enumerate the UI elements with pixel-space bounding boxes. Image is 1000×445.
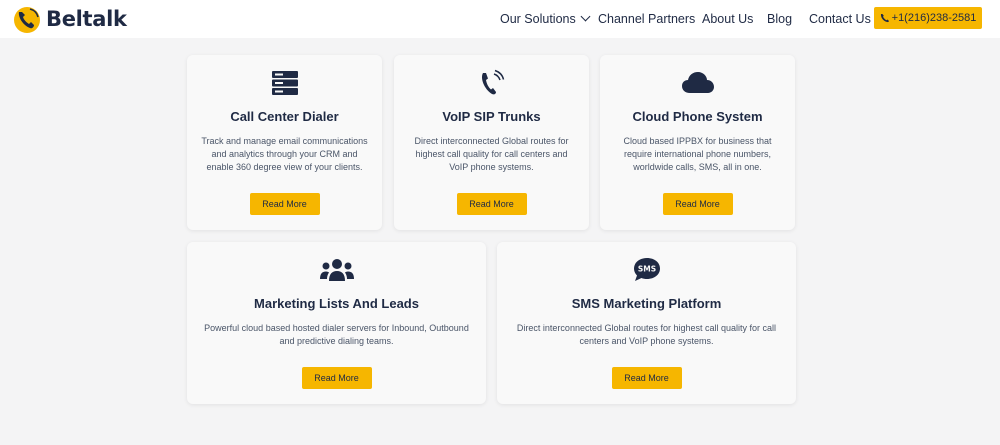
svg-text:SMS: SMS: [637, 265, 655, 274]
chevron-down-icon: [580, 11, 591, 22]
card-call-center-dialer: Call Center Dialer Track and manage emai…: [187, 55, 382, 230]
cloud-icon: [681, 72, 714, 93]
read-more-button[interactable]: Read More: [611, 367, 682, 389]
card-description: Direct interconnected Global routes for …: [414, 136, 569, 172]
card-title: Cloud Phone System: [632, 109, 763, 124]
card-title: Marketing Lists And Leads: [254, 296, 419, 311]
card-description: Track and manage email communications an…: [201, 136, 368, 172]
read-more-button[interactable]: Read More: [301, 367, 372, 389]
phone-number: +1(216)238-2581: [891, 12, 977, 24]
users-icon: [319, 259, 354, 281]
nav-channel-partners[interactable]: Channel Partners: [598, 12, 695, 26]
nav-our-solutions[interactable]: Our Solutions: [500, 11, 591, 26]
nav-contact-us[interactable]: Contact Us: [809, 12, 871, 26]
read-more-button[interactable]: Read More: [456, 193, 527, 215]
card-title: VoIP SIP Trunks: [442, 109, 541, 124]
card-description: Cloud based IPPBX for business that requ…: [623, 136, 772, 172]
card-voip-sip-trunks: VoIP SIP Trunks Direct interconnected Gl…: [394, 55, 589, 230]
server-icon: [271, 71, 298, 95]
nav-blog[interactable]: Blog: [767, 12, 792, 26]
logo[interactable]: Beltalk: [10, 3, 127, 35]
read-more-button[interactable]: Read More: [249, 193, 320, 215]
phone-button[interactable]: +1(216)238-2581: [874, 7, 982, 29]
phone-icon: [880, 14, 889, 23]
brand-name: Beltalk: [46, 7, 127, 31]
card-cloud-phone-system: Cloud Phone System Cloud based IPPBX for…: [600, 55, 795, 230]
logo-phone-icon: [14, 7, 40, 33]
phone-ringing-icon: [481, 69, 504, 95]
read-more-button[interactable]: Read More: [662, 193, 733, 215]
card-title: Call Center Dialer: [230, 109, 339, 124]
card-marketing-lists-leads: Marketing Lists And Leads Powerful cloud…: [187, 242, 486, 404]
sms-bubble-icon: SMS: [633, 258, 660, 281]
card-description: Powerful cloud based hosted dialer serve…: [204, 323, 469, 346]
nav-about-us[interactable]: About Us: [702, 12, 753, 26]
card-description: Direct interconnected Global routes for …: [516, 323, 777, 346]
card-title: SMS Marketing Platform: [571, 296, 722, 311]
card-sms-marketing-platform: SMS SMS Marketing Platform Direct interc…: [497, 242, 796, 404]
site-header: Beltalk Our Solutions Channel Partners A…: [0, 0, 1000, 38]
